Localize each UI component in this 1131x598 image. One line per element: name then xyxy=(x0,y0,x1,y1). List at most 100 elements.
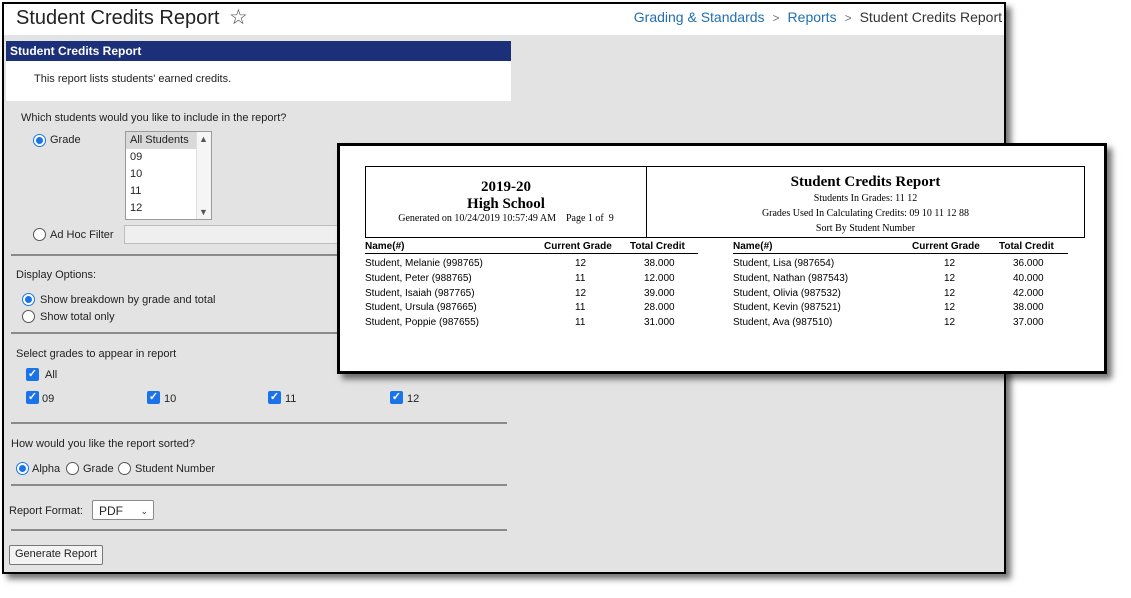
divider xyxy=(11,422,507,424)
report-header-rule xyxy=(365,253,698,254)
report-col-current-grade: Current Grade xyxy=(544,241,612,252)
sort-grade-label: Grade xyxy=(83,463,114,475)
info-description: This report lists students' earned credi… xyxy=(34,73,232,85)
report-row-grade: 11 xyxy=(575,302,586,313)
report-col-name: Name(#) xyxy=(733,241,773,252)
adhoc-filter-select[interactable] xyxy=(124,225,346,244)
app-header: Student Credits Report ☆ Grading & Stand… xyxy=(4,4,1004,35)
breadcrumb-reports[interactable]: Reports xyxy=(788,9,837,25)
report-header-right: Student Credits Report Students In Grade… xyxy=(647,167,1084,237)
show-breakdown-radio[interactable] xyxy=(22,293,35,306)
adhoc-filter-radio[interactable] xyxy=(33,228,46,241)
grade-11-checkbox[interactable]: ✓ xyxy=(268,391,281,404)
chevron-right-icon: > xyxy=(844,11,852,25)
show-total-only-label: Show total only xyxy=(40,311,115,323)
report-header-rule xyxy=(733,253,1068,254)
report-row-credit: 39.000 xyxy=(644,288,675,299)
report-row-grade: 12 xyxy=(575,288,587,299)
report-row-name: Student, Olivia (987532) xyxy=(733,288,841,299)
report-row-credit: 12.000 xyxy=(644,273,675,284)
report-row-grade: 12 xyxy=(944,258,956,269)
grade-radio-label: Grade xyxy=(50,134,81,146)
all-grades-checkbox[interactable]: ✓ xyxy=(26,368,39,381)
report-row-name: Student, Lisa (987654) xyxy=(733,258,835,269)
sort-alpha-label: Alpha xyxy=(32,463,61,475)
report-format-label: Report Format: xyxy=(9,505,83,517)
report-year: 2019-20 xyxy=(481,179,531,195)
report-row-name: Student, Nathan (987543) xyxy=(733,273,849,284)
report-sort-by: Sort By Student Number xyxy=(815,223,916,234)
report-col-total-credit: Total Credit xyxy=(999,241,1054,252)
report-row-grade: 12 xyxy=(944,288,956,299)
adhoc-filter-label: Ad Hoc Filter xyxy=(50,229,114,241)
report-row-credit: 38.000 xyxy=(644,258,675,269)
report-row-name: Student, Poppie (987655) xyxy=(365,317,479,328)
grade-10-checkbox[interactable]: ✓ xyxy=(147,391,160,404)
chevron-right-icon: > xyxy=(772,11,780,25)
report-format-value: PDF xyxy=(99,504,123,518)
report-row-credit: 31.000 xyxy=(644,317,675,328)
sort-question: How would you like the report sorted? xyxy=(11,438,196,450)
sort-alpha-radio[interactable] xyxy=(16,462,29,475)
report-row-credit: 28.000 xyxy=(644,302,675,313)
chevron-down-icon: ⌄ xyxy=(140,506,148,516)
report-grades-used: Grades Used In Calculating Credits: 09 1… xyxy=(761,208,970,219)
chevron-down-icon[interactable]: ▼ xyxy=(199,207,208,217)
report-row-grade: 12 xyxy=(944,273,956,284)
report-format-select[interactable]: PDF ⌄ xyxy=(92,500,154,520)
page-title: Student Credits Report xyxy=(16,7,220,29)
report-row-grade: 12 xyxy=(944,302,956,313)
report-row-name: Student, Melanie (998765) xyxy=(365,258,483,269)
report-col-total-credit: Total Credit xyxy=(630,241,685,252)
all-grades-label: All xyxy=(45,369,58,381)
breadcrumb: Grading & Standards > Reports > Student Cred… xyxy=(634,9,1002,25)
divider xyxy=(11,529,507,531)
generate-report-button[interactable]: Generate Report xyxy=(9,545,103,565)
report-preview: 2019-20 High School Generated on 10/24/2… xyxy=(337,143,1107,374)
report-header: 2019-20 High School Generated on 10/24/2… xyxy=(365,166,1085,238)
report-school: High School xyxy=(467,196,545,212)
display-options-label: Display Options: xyxy=(16,269,97,281)
divider xyxy=(11,484,507,486)
sort-student-number-radio[interactable] xyxy=(118,462,131,475)
grade-10-label: 10 xyxy=(164,393,177,405)
breadcrumb-grading-standards[interactable]: Grading & Standards xyxy=(634,9,765,25)
report-col-name: Name(#) xyxy=(365,241,405,252)
grade-09-label: 09 xyxy=(42,393,55,405)
report-row-credit: 38.000 xyxy=(1013,302,1044,313)
breadcrumb-current: Student Credits Report xyxy=(859,9,1002,25)
report-header-left: 2019-20 High School Generated on 10/24/2… xyxy=(366,167,647,237)
grade-radio[interactable] xyxy=(33,134,46,147)
grade-12-label: 12 xyxy=(407,393,420,405)
chevron-up-icon[interactable]: ▲ xyxy=(199,134,208,144)
report-row-name: Student, Ursula (987665) xyxy=(365,302,477,313)
report-row-grade: 12 xyxy=(944,317,956,328)
report-row-name: Student, Ava (987510) xyxy=(733,317,833,328)
report-generated: Generated on 10/24/2019 10:57:49 AM Page… xyxy=(398,213,614,224)
grade-09-checkbox[interactable]: ✓ xyxy=(26,391,39,404)
report-row-grade: 11 xyxy=(575,273,586,284)
report-row-name: Student, Peter (988765) xyxy=(365,273,472,284)
report-row-name: Student, Kevin (987521) xyxy=(733,302,841,313)
students-question: Which students would you like to include… xyxy=(21,112,287,124)
select-grades-label: Select grades to appear in report xyxy=(16,348,177,360)
listbox-scrollbar[interactable]: ▲ ▼ xyxy=(196,132,211,219)
grade-11-label: 11 xyxy=(285,393,297,405)
info-panel-title: Student Credits Report xyxy=(6,41,511,61)
report-title: Student Credits Report xyxy=(790,174,941,190)
report-row-credit: 40.000 xyxy=(1013,273,1044,284)
show-breakdown-label: Show breakdown by grade and total xyxy=(40,294,216,306)
report-row-grade: 11 xyxy=(575,317,586,328)
report-row-credit: 42.000 xyxy=(1013,288,1044,299)
sort-student-number-label: Student Number xyxy=(135,463,216,475)
sort-grade-radio[interactable] xyxy=(66,462,79,475)
report-students-in-grades: Students In Grades: 11 12 xyxy=(813,193,918,204)
grade-12-checkbox[interactable]: ✓ xyxy=(390,391,403,404)
show-total-only-radio[interactable] xyxy=(22,310,35,323)
star-icon[interactable]: ☆ xyxy=(229,5,248,30)
info-panel: Student Credits Report This report lists… xyxy=(6,41,511,101)
report-row-grade: 12 xyxy=(575,258,587,269)
report-row-name: Student, Isaiah (987765) xyxy=(365,288,475,299)
grade-listbox[interactable]: All Students 09 10 11 12 ▲ ▼ xyxy=(125,131,212,220)
report-row-credit: 36.000 xyxy=(1013,258,1044,269)
